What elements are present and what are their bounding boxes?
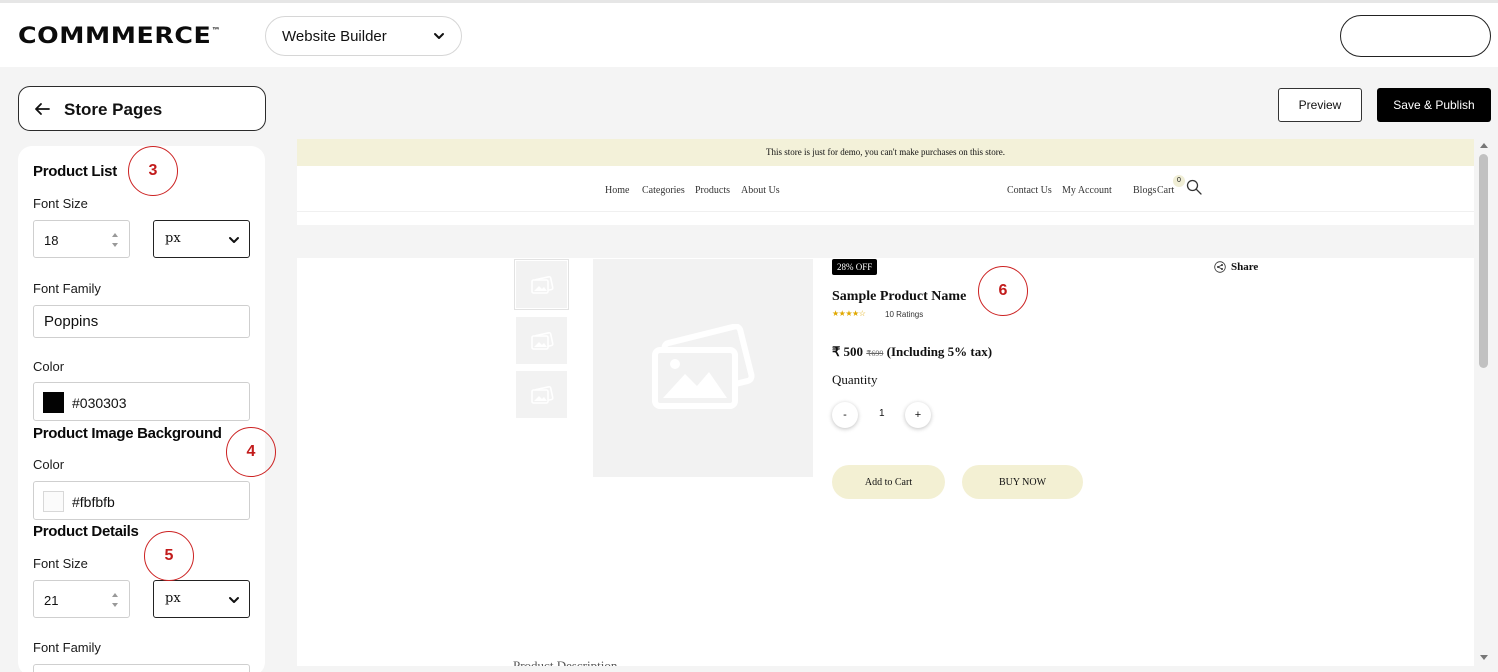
back-button-label: Store Pages <box>64 100 163 119</box>
builder-dropdown[interactable]: Website Builder <box>265 16 462 56</box>
quantity-value: 1 <box>879 408 885 419</box>
nav-products[interactable]: Products <box>695 185 730 196</box>
chevron-down-icon <box>434 33 444 39</box>
stepper-arrows-icon[interactable] <box>111 590 119 610</box>
search-icon[interactable] <box>1186 179 1202 195</box>
scrollbar-thumb[interactable] <box>1479 154 1488 368</box>
nav-contact-us[interactable]: Contact Us <box>1007 185 1052 196</box>
nav-blogs[interactable]: Blogs <box>1133 185 1156 196</box>
product-details-unit-value: px <box>165 591 181 606</box>
product-description-title: Product Description <box>513 658 618 666</box>
nav-home[interactable]: Home <box>605 185 629 196</box>
share-icon <box>1214 261 1226 273</box>
store-navbar: Home Categories Products About Us Contac… <box>297 166 1474 212</box>
builder-dropdown-label: Website Builder <box>282 28 387 45</box>
callout-4: 4 <box>226 427 276 477</box>
product-price: ₹ 500 ₹699 (Including 5% tax) <box>832 344 992 360</box>
store-grey-strip <box>297 225 1474 258</box>
product-list-font-size-label: Font Size <box>33 196 88 211</box>
nav-categories[interactable]: Categories <box>642 185 685 196</box>
account-pill-button[interactable] <box>1340 15 1491 57</box>
product-details-font-size-label: Font Size <box>33 556 88 571</box>
settings-panel: Product List Font Size 18 px Font Family… <box>18 146 265 672</box>
preview-scrollbar[interactable] <box>1476 139 1492 666</box>
quantity-increment-button[interactable]: + <box>905 402 931 428</box>
color-swatch[interactable] <box>43 392 64 413</box>
product-details-font-family-label: Font Family <box>33 640 101 655</box>
store-preview: This store is just for demo, you can't m… <box>297 139 1474 666</box>
preview-button[interactable]: Preview <box>1278 88 1362 122</box>
demo-banner: This store is just for demo, you can't m… <box>297 139 1474 166</box>
tax-note: (Including 5% tax) <box>886 344 993 359</box>
color-swatch[interactable] <box>43 491 64 512</box>
chevron-down-icon <box>229 237 239 243</box>
scroll-up-arrow-icon[interactable] <box>1479 141 1489 151</box>
thumbnail-3[interactable] <box>516 371 567 418</box>
callout-6: 6 <box>978 266 1028 316</box>
share-label: Share <box>1231 261 1259 273</box>
scroll-down-arrow-icon[interactable] <box>1479 652 1489 662</box>
image-placeholder-icon <box>530 331 554 350</box>
stepper-arrows-icon[interactable] <box>111 230 119 250</box>
discount-badge: 28% OFF <box>832 259 878 275</box>
nav-my-account[interactable]: My Account <box>1062 185 1112 196</box>
product-details-title: Product Details <box>33 523 139 540</box>
cart-count-badge: 0 <box>1173 175 1185 187</box>
arrow-left-icon <box>35 103 50 115</box>
image-placeholder-icon <box>530 275 554 294</box>
app-header <box>0 3 1498 67</box>
nav-cart[interactable]: Cart <box>1157 185 1174 196</box>
product-name: Sample Product Name <box>832 289 967 304</box>
add-to-cart-button[interactable]: Add to Cart <box>832 465 945 499</box>
product-details-font-size-value: 21 <box>44 593 59 608</box>
product-list-font-size-value: 18 <box>44 233 59 248</box>
callout-5: 5 <box>144 531 194 581</box>
buy-now-button[interactable]: BUY NOW <box>962 465 1083 499</box>
product-list-font-size-input[interactable]: 18 <box>33 220 130 258</box>
price-current: ₹ 500 <box>832 344 864 359</box>
image-placeholder-icon <box>652 324 755 409</box>
product-list-color-value: #030303 <box>72 395 127 411</box>
product-list-color-input[interactable]: #030303 <box>33 382 250 421</box>
quantity-decrement-button[interactable]: - <box>832 402 858 428</box>
rating-stars: ★★★★☆ <box>832 309 866 318</box>
nav-about-us[interactable]: About Us <box>741 185 780 196</box>
product-list-font-family-label: Font Family <box>33 281 101 296</box>
quantity-label: Quantity <box>832 372 878 387</box>
back-to-store-pages-button[interactable]: Store Pages <box>18 86 266 131</box>
save-publish-button[interactable]: Save & Publish <box>1377 88 1491 122</box>
product-image-bg-color-value: #fbfbfb <box>72 494 115 510</box>
ratings-count: 10 Ratings <box>885 310 924 319</box>
thumbnail-1[interactable] <box>514 259 569 310</box>
product-image-bg-color-label: Color <box>33 457 65 472</box>
product-details-unit-select[interactable]: px <box>153 580 250 618</box>
product-image-bg-title: Product Image Background <box>33 425 222 442</box>
brand-logo: COMMMERCE™ <box>18 24 222 49</box>
product-list-title: Product List <box>33 163 117 180</box>
product-list-unit-value: px <box>165 231 181 246</box>
chevron-down-icon <box>229 597 239 603</box>
product-details-font-size-input[interactable]: 21 <box>33 580 130 618</box>
product-details-font-family-input[interactable] <box>33 664 250 672</box>
product-main-image <box>593 259 813 477</box>
share-button[interactable]: Share <box>1214 261 1258 273</box>
image-placeholder-icon <box>530 385 554 404</box>
product-list-unit-select[interactable]: px <box>153 220 250 258</box>
product-image-bg-color-input[interactable]: #fbfbfb <box>33 481 250 520</box>
product-list-font-family-input[interactable]: Poppins <box>33 305 250 338</box>
callout-3: 3 <box>128 146 178 196</box>
price-original: ₹699 <box>866 349 884 358</box>
thumbnail-2[interactable] <box>516 317 567 364</box>
product-list-color-label: Color <box>33 359 65 374</box>
